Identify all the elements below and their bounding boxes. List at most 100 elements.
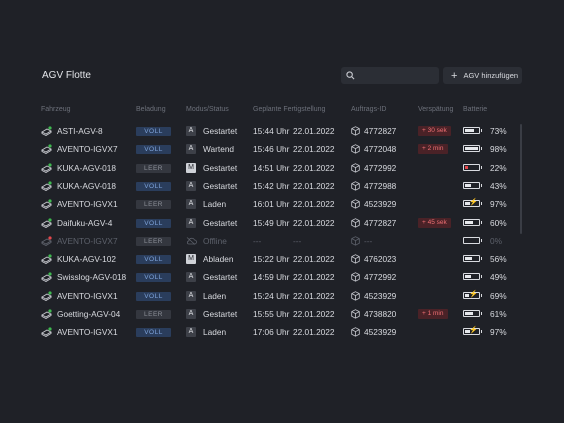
- order-id: 4772827: [364, 126, 397, 136]
- vehicle-name: KUKA-AGV-018: [57, 180, 117, 191]
- battery-percent: 22%: [490, 162, 507, 173]
- battery-percent: 60%: [490, 217, 507, 228]
- col-header-mode[interactable]: Modus/Status: [186, 106, 229, 113]
- planned-time: 15:49 Uhr: [253, 217, 290, 228]
- delay-badge: + 2 min: [418, 144, 448, 155]
- table-row[interactable]: KUKA-AGV-102 VOLL M Abladen 15:22 Uhr 22…: [0, 250, 564, 268]
- package-icon: [351, 162, 360, 173]
- battery-percent: 49%: [490, 272, 507, 283]
- table-row[interactable]: AVENTO-IGVX1 VOLL A Laden 15:24 Uhr 22.0…: [0, 287, 564, 305]
- cloud-offline-icon: [186, 236, 197, 245]
- planned-time: 15:22 Uhr: [253, 254, 290, 265]
- page-title: AGV Flotte: [42, 70, 91, 81]
- package-icon: [351, 272, 360, 283]
- col-header-order[interactable]: Auftrags-ID: [351, 106, 386, 113]
- battery-fill: [465, 147, 478, 151]
- table-row[interactable]: AVENTO-IGVX7 LEER Offline --- --- --- 0%: [0, 232, 564, 250]
- mode-chip: A: [186, 309, 196, 319]
- load-badge: LEER: [136, 236, 171, 246]
- battery-fill: [465, 129, 474, 132]
- load-badge: LEER: [136, 310, 171, 319]
- order-id: 4762023: [364, 254, 397, 265]
- add-agv-button[interactable]: + AGV hinzufügen: [443, 67, 522, 84]
- agv-vehicle-icon: [41, 291, 52, 301]
- load-badge: VOLL: [136, 127, 171, 136]
- battery-icon: ⚡: [463, 199, 482, 208]
- agv-vehicle-icon: [41, 144, 52, 155]
- package-icon: [351, 199, 360, 209]
- load-badge: VOLL: [136, 273, 171, 283]
- planned-date: 22.01.2022: [293, 217, 335, 228]
- order-id: ---: [364, 235, 373, 246]
- col-header-vehicle[interactable]: Fahrzeug: [41, 106, 71, 113]
- table-row[interactable]: KUKA-AGV-018 LEER M Gestartet 14:51 Uhr …: [0, 159, 564, 177]
- planned-date: 22.01.2022: [293, 126, 335, 136]
- scrollbar[interactable]: [520, 124, 522, 234]
- battery-icon: [463, 255, 482, 263]
- agv-vehicle-icon: [41, 126, 52, 136]
- vehicle-name: ASTI-AGV-8: [57, 126, 103, 136]
- battery-percent: 73%: [490, 126, 507, 136]
- order-id: 4523929: [364, 327, 397, 338]
- battery-icon: ⚡: [463, 291, 482, 299]
- vehicle-name: Swisslog-AGV-018: [57, 272, 127, 283]
- battery-percent: 56%: [490, 254, 507, 265]
- table-row[interactable]: Goetting-AGV-04 LEER A Gestartet 15:55 U…: [0, 305, 564, 323]
- mode-chip: A: [186, 199, 196, 210]
- table-row[interactable]: ASTI-AGV-8 VOLL A Gestartet 15:44 Uhr 22…: [0, 122, 564, 140]
- delay-badge: + 1 min: [418, 309, 448, 319]
- planned-time: 15:44 Uhr: [253, 126, 290, 136]
- col-header-planned[interactable]: Geplante Fertigstellung: [253, 106, 325, 113]
- mode-chip: A: [186, 272, 196, 283]
- delay-badge: + 45 sek: [418, 217, 451, 228]
- table-row[interactable]: AVENTO-IGVX1 LEER A Laden 16:01 Uhr 22.0…: [0, 195, 564, 213]
- load-badge: VOLL: [136, 255, 171, 265]
- table-row[interactable]: AVENTO-IGVX7 VOLL A Wartend 15:46 Uhr 22…: [0, 140, 564, 158]
- table-row[interactable]: KUKA-AGV-018 VOLL A Gestartet 15:42 Uhr …: [0, 177, 564, 195]
- agv-vehicle-icon: [41, 327, 52, 338]
- battery-icon: [463, 310, 482, 317]
- battery-percent: 0%: [490, 235, 502, 246]
- agv-vehicle-icon: [41, 236, 52, 246]
- load-badge: VOLL: [136, 145, 171, 155]
- planned-date: 22.01.2022: [293, 144, 335, 155]
- planned-time: 14:51 Uhr: [253, 162, 290, 173]
- order-id: 4772827: [364, 217, 397, 228]
- planned-date: 22.01.2022: [293, 199, 335, 210]
- status-text: Gestartet: [203, 217, 238, 228]
- battery-fill: [465, 165, 468, 169]
- mode-chip: A: [186, 290, 196, 301]
- package-icon: [351, 309, 360, 319]
- col-header-load[interactable]: Beladung: [136, 106, 166, 113]
- search-input[interactable]: [341, 67, 439, 84]
- battery-icon: ⚡: [463, 327, 482, 336]
- status-text: Gestartet: [203, 162, 238, 173]
- planned-time: 15:24 Uhr: [253, 290, 290, 301]
- planned-date: ---: [293, 235, 302, 246]
- vehicle-name: KUKA-AGV-018: [57, 162, 117, 173]
- table-row[interactable]: Daifuku-AGV-4 VOLL A Gestartet 15:49 Uhr…: [0, 214, 564, 232]
- mode-chip: M: [186, 162, 196, 173]
- planned-date: 22.01.2022: [293, 290, 335, 301]
- battery-icon: [463, 145, 482, 153]
- col-header-battery[interactable]: Batterie: [463, 106, 487, 113]
- vehicle-name: AVENTO-IGVX7: [57, 144, 118, 155]
- agv-vehicle-icon: [41, 309, 52, 319]
- battery-icon: [463, 181, 482, 189]
- planned-time: 14:59 Uhr: [253, 272, 290, 283]
- load-badge: VOLL: [136, 291, 171, 301]
- planned-time: ---: [253, 235, 262, 246]
- status-text: Laden: [203, 290, 227, 301]
- table-row[interactable]: AVENTO-IGVX1 VOLL A Laden 17:06 Uhr 22.0…: [0, 323, 564, 341]
- vehicle-name: Daifuku-AGV-4: [57, 217, 113, 228]
- plus-icon: +: [451, 69, 458, 82]
- order-id: 4738820: [364, 309, 397, 319]
- order-id: 4523929: [364, 199, 397, 210]
- planned-date: 22.01.2022: [293, 327, 335, 338]
- planned-date: 22.01.2022: [293, 272, 335, 283]
- col-header-delay[interactable]: Verspätung: [418, 106, 453, 113]
- vehicle-name: AVENTO-IGVX1: [57, 290, 118, 301]
- battery-icon: [463, 218, 482, 226]
- mode-chip: A: [186, 217, 196, 228]
- table-row[interactable]: Swisslog-AGV-018 VOLL A Gestartet 14:59 …: [0, 268, 564, 286]
